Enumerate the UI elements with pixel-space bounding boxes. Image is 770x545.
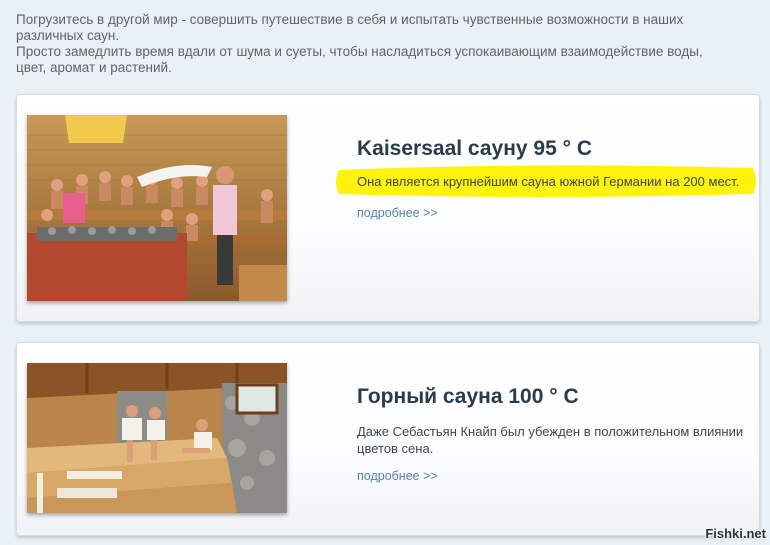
more-link[interactable]: подробнее >> [357, 206, 438, 220]
card-title: Kaisersaal сауну 95 ° C [357, 137, 592, 160]
sauna-photo-image [27, 363, 287, 513]
sauna-photo-kaisersaal[interactable] [27, 115, 287, 301]
card-description: Она является крупнейшим сауна южной Герм… [357, 174, 740, 189]
intro-line-1: Погрузитесь в другой мир - совершить пут… [16, 12, 684, 43]
sauna-photo-gorny[interactable] [27, 363, 287, 513]
sauna-card-kaisersaal: Kaisersaal сауну 95 ° C Она является кру… [16, 94, 760, 322]
more-link[interactable]: подробнее >> [357, 469, 438, 483]
intro-line-2: Просто замедлить время вдали от шума и с… [16, 44, 703, 75]
card-description: Даже Себастьян Кнайп был убежден в полож… [357, 424, 744, 456]
sauna-photo-image [27, 115, 287, 301]
card-title: Горный сауна 100 ° C [357, 385, 579, 408]
watermark: Fishki.net [705, 526, 766, 541]
sauna-card-gorny: Горный сауна 100 ° C Даже Себастьян Кнай… [16, 342, 760, 536]
intro-text: Погрузитесь в другой мир - совершить пут… [16, 12, 736, 76]
